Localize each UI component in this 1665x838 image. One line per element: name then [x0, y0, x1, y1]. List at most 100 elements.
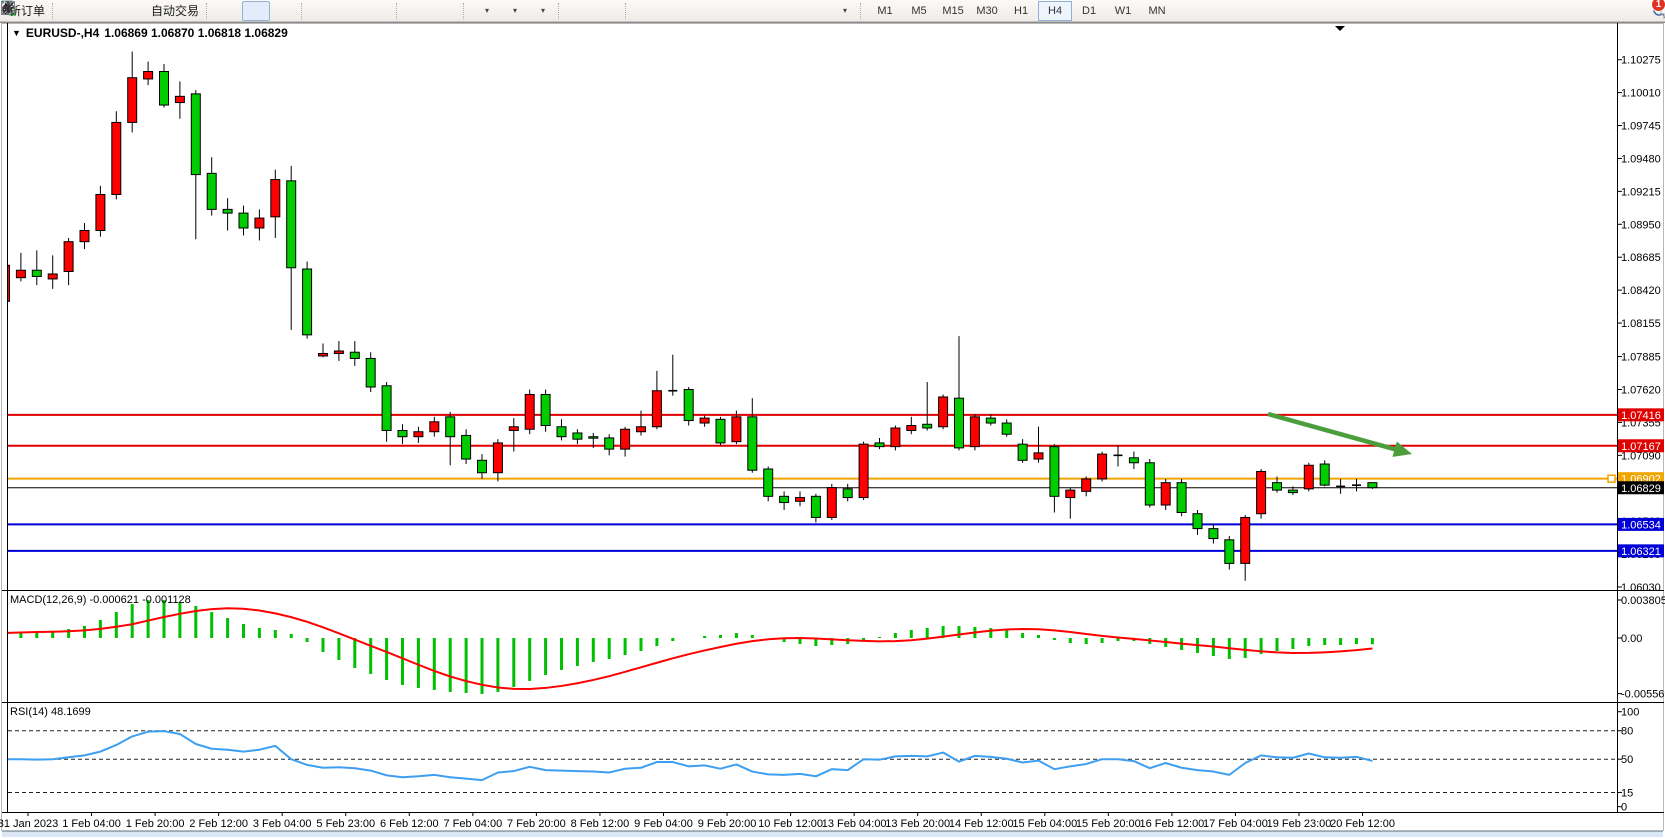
- price-tick-label: 1.09480: [1621, 153, 1661, 165]
- channel-button[interactable]: E: [717, 1, 745, 21]
- new-chart-button[interactable]: ▾: [471, 1, 499, 21]
- candle-body: [96, 194, 105, 230]
- text-button[interactable]: A: [773, 1, 801, 21]
- time-tick-label: 1 Feb 04:00: [62, 818, 121, 830]
- macd-tick-label: 0.00: [1621, 633, 1642, 645]
- price-tick-label: 1.08685: [1621, 252, 1661, 264]
- rsi-tick-label: 15: [1621, 787, 1633, 799]
- hline-handle[interactable]: [1608, 475, 1615, 482]
- candle-body: [1177, 483, 1186, 513]
- line-chart-button[interactable]: [270, 1, 298, 21]
- candle-body: [16, 270, 25, 277]
- candle-body: [144, 72, 153, 79]
- candle-body: [1225, 540, 1234, 564]
- price-badge-label: 1.06321: [1621, 546, 1661, 558]
- candle-body: [1129, 458, 1138, 463]
- timeframe-h4-button[interactable]: H4: [1038, 1, 1072, 21]
- candle-body: [573, 433, 582, 439]
- candle-body: [303, 269, 312, 335]
- market-watch-button[interactable]: [60, 1, 88, 21]
- candle-body: [478, 460, 487, 472]
- toolbar-separator: [860, 3, 865, 19]
- candle-body: [1002, 423, 1011, 434]
- candle-body: [1209, 529, 1218, 539]
- time-tick-label: 6 Feb 12:00: [380, 818, 439, 830]
- timeframe-m5-button[interactable]: M5: [902, 1, 936, 21]
- timeframe-h1-button[interactable]: H1: [1004, 1, 1038, 21]
- horizontal-line-button[interactable]: [661, 1, 689, 21]
- time-tick-label: 1 Feb 20:00: [126, 818, 185, 830]
- indicator-windows-button[interactable]: ▾: [527, 1, 555, 21]
- cursor-button[interactable]: [566, 1, 594, 21]
- vertical-line-button[interactable]: [633, 1, 661, 21]
- toolbar-right-group: 1: [1651, 2, 1659, 20]
- chart-frame: [0, 22, 1665, 838]
- timeframe-m1-button[interactable]: M1: [868, 1, 902, 21]
- time-tick-label: 31 Jan 2023: [0, 818, 58, 830]
- trendline-button[interactable]: [689, 1, 717, 21]
- crosshair-button[interactable]: [594, 1, 622, 21]
- candle-body: [287, 181, 296, 268]
- signals-button[interactable]: [116, 1, 144, 21]
- candle-body: [398, 430, 407, 436]
- chart-canvas[interactable]: 1.102751.100101.097451.094801.092151.089…: [0, 22, 1665, 838]
- shapes-button[interactable]: ▾: [829, 1, 857, 21]
- dropdown-arrow-icon[interactable]: ▾: [513, 6, 517, 15]
- price-tick-label: 1.08950: [1621, 219, 1661, 231]
- timeframe-mn-button[interactable]: MN: [1140, 1, 1174, 21]
- candle-body: [780, 496, 789, 502]
- rsi-tick-label: 50: [1621, 754, 1633, 766]
- candle-body: [1082, 479, 1091, 491]
- candlestick-chart-button[interactable]: [242, 1, 270, 21]
- price-tick-label: 1.08155: [1621, 318, 1661, 330]
- price-tick-label: 1.09215: [1621, 186, 1661, 198]
- candle-body: [350, 352, 359, 358]
- candle-body: [652, 391, 661, 427]
- dropdown-arrow-icon[interactable]: ▾: [541, 6, 545, 15]
- dropdown-arrow-icon[interactable]: ▾: [843, 6, 847, 15]
- label-button[interactable]: T: [801, 1, 829, 21]
- toolbar-separator: [52, 3, 57, 19]
- auto-trading-button[interactable]: 自动交易: [144, 1, 203, 21]
- candle-body: [430, 422, 439, 432]
- candle-body: [684, 389, 693, 420]
- time-tick-label: 15 Feb 20:00: [1076, 818, 1141, 830]
- price-tick-label: 1.08420: [1621, 285, 1661, 297]
- symbol-dropdown-icon[interactable]: ▼: [12, 28, 21, 38]
- auto-scroll-button[interactable]: [404, 1, 432, 21]
- zoom-in-button[interactable]: [309, 1, 337, 21]
- chart-shift-button[interactable]: [432, 1, 460, 21]
- candle-body: [1066, 490, 1075, 497]
- dropdown-arrow-icon[interactable]: ▾: [485, 6, 489, 15]
- fibonacci-button[interactable]: F: [745, 1, 773, 21]
- data-window-button[interactable]: [88, 1, 116, 21]
- candle-body: [414, 432, 423, 437]
- timeframe-w1-button[interactable]: W1: [1106, 1, 1140, 21]
- candle-body: [239, 213, 248, 228]
- candle-body: [859, 444, 868, 497]
- time-tick-label: 17 Feb 04:00: [1203, 818, 1268, 830]
- price-tick-label: 1.10010: [1621, 88, 1661, 100]
- price-tick-label: 1.06030: [1621, 582, 1661, 594]
- tile-windows-button[interactable]: [365, 1, 393, 21]
- candle-body: [1098, 454, 1107, 479]
- bar-chart-button[interactable]: [214, 1, 242, 21]
- candle-body: [64, 242, 73, 272]
- candle-body: [939, 397, 948, 427]
- timeframe-m15-button[interactable]: M15: [936, 1, 970, 21]
- candle-body: [907, 426, 916, 431]
- chart-window[interactable]: 1.102751.100101.097451.094801.092151.089…: [0, 22, 1665, 838]
- candle-body: [875, 443, 884, 447]
- candle-body: [223, 209, 232, 213]
- rsi-tick-label: 80: [1621, 726, 1633, 738]
- time-tick-label: 16 Feb 12:00: [1139, 818, 1204, 830]
- timeframe-m30-button[interactable]: M30: [970, 1, 1004, 21]
- timeframe-d1-button[interactable]: D1: [1072, 1, 1106, 21]
- time-tick-label: 15 Feb 04:00: [1012, 818, 1077, 830]
- candle-body: [637, 427, 646, 432]
- profiles-button[interactable]: ▾: [499, 1, 527, 21]
- price-tick-label: 1.10275: [1621, 55, 1661, 67]
- zoom-out-button[interactable]: [337, 1, 365, 21]
- candle-body: [446, 417, 455, 437]
- toolbar-separator: [558, 3, 563, 19]
